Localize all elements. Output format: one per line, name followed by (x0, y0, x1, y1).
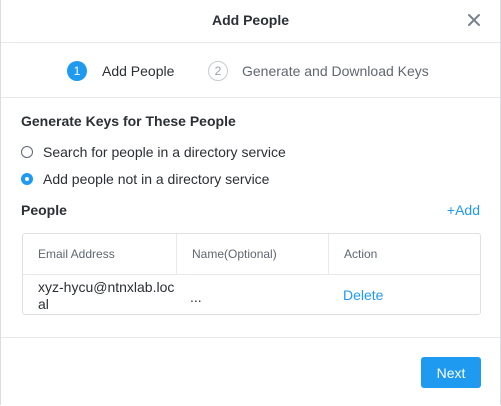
table-header: Email Address Name(Optional) Action (23, 234, 480, 275)
dialog-header: Add People (1, 0, 500, 43)
step-label: Generate and Download Keys (242, 63, 429, 79)
dialog-footer: Next (1, 337, 500, 406)
radio-search-directory[interactable]: Search for people in a directory service (21, 144, 286, 160)
radio-label: Add people not in a directory service (43, 171, 270, 187)
add-people-dialog: Add People 1 Add People 2 Generate and D… (0, 0, 501, 405)
step-add-people: 1 Add People (67, 61, 174, 81)
generate-keys-heading: Generate Keys for These People (21, 113, 236, 129)
add-person-link[interactable]: +Add (447, 202, 480, 218)
people-heading: People (21, 202, 67, 218)
next-button[interactable]: Next (421, 357, 481, 388)
step-generate-keys: 2 Generate and Download Keys (208, 61, 429, 81)
name-cell[interactable]: ... (190, 289, 202, 305)
column-header-name: Name(Optional) (177, 234, 329, 274)
column-header-action: Action (344, 247, 378, 261)
wizard-stepper: 1 Add People 2 Generate and Download Key… (1, 43, 500, 98)
step-label: Add People (102, 63, 175, 79)
table-row: xyz-hycu@ntnxlab.local ... Delete (23, 275, 480, 315)
radio-label: Search for people in a directory service (43, 144, 286, 160)
radio-unselected-icon[interactable] (21, 146, 33, 158)
radio-not-in-directory[interactable]: Add people not in a directory service (21, 171, 269, 187)
step-number-badge: 2 (208, 61, 228, 81)
radio-selected-icon[interactable] (21, 173, 33, 185)
delete-link[interactable]: Delete (343, 287, 383, 303)
email-cell: xyz-hycu@ntnxlab.local (38, 279, 175, 312)
column-header-email: Email Address (23, 234, 177, 274)
close-icon[interactable] (463, 9, 485, 31)
people-table: Email Address Name(Optional) Action xyz-… (22, 233, 481, 315)
dialog-title: Add People (211, 12, 289, 28)
step-number-badge: 1 (67, 61, 87, 81)
